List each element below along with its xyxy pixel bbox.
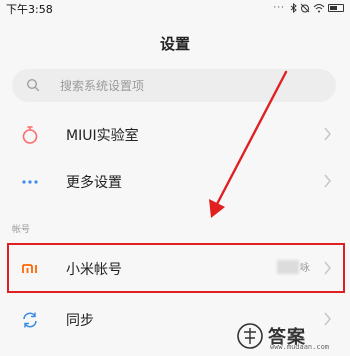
chevron-right-icon bbox=[324, 174, 331, 188]
battery-icon bbox=[328, 4, 344, 12]
status-time: 下午3:58 bbox=[6, 3, 53, 16]
status-bar: 下午3:58 ··· bbox=[0, 0, 350, 18]
more-dots-icon bbox=[22, 180, 38, 184]
watermark: 答案 www.mudaan.com bbox=[234, 321, 344, 353]
wifi-icon bbox=[313, 4, 325, 13]
alarm-icon bbox=[300, 3, 310, 13]
sync-icon bbox=[23, 312, 37, 328]
settings-item-miui-lab[interactable]: MIUI实验室 bbox=[0, 111, 350, 159]
chevron-right-icon bbox=[324, 127, 331, 141]
settings-item-label: MIUI实验室 bbox=[66, 128, 139, 144]
bluetooth-icon bbox=[290, 3, 297, 13]
section-header-account: 帐号 bbox=[12, 225, 31, 235]
highlight-box bbox=[7, 243, 345, 293]
watermark-logo-icon bbox=[237, 323, 263, 349]
search-placeholder: 搜索系统设置项 bbox=[60, 79, 145, 93]
watermark-url: www.mudaan.com bbox=[270, 343, 330, 351]
search-input[interactable]: 搜索系统设置项 bbox=[12, 69, 336, 102]
dots-icon: ··· bbox=[273, 3, 285, 13]
page-title: 设置 bbox=[159, 35, 190, 53]
status-icons: ··· bbox=[273, 3, 344, 13]
settings-item-more-settings[interactable]: 更多设置 bbox=[0, 158, 350, 206]
settings-item-label: 更多设置 bbox=[66, 175, 122, 191]
search-icon bbox=[26, 78, 40, 92]
flask-icon bbox=[22, 126, 38, 144]
settings-item-label: 同步 bbox=[66, 313, 94, 329]
